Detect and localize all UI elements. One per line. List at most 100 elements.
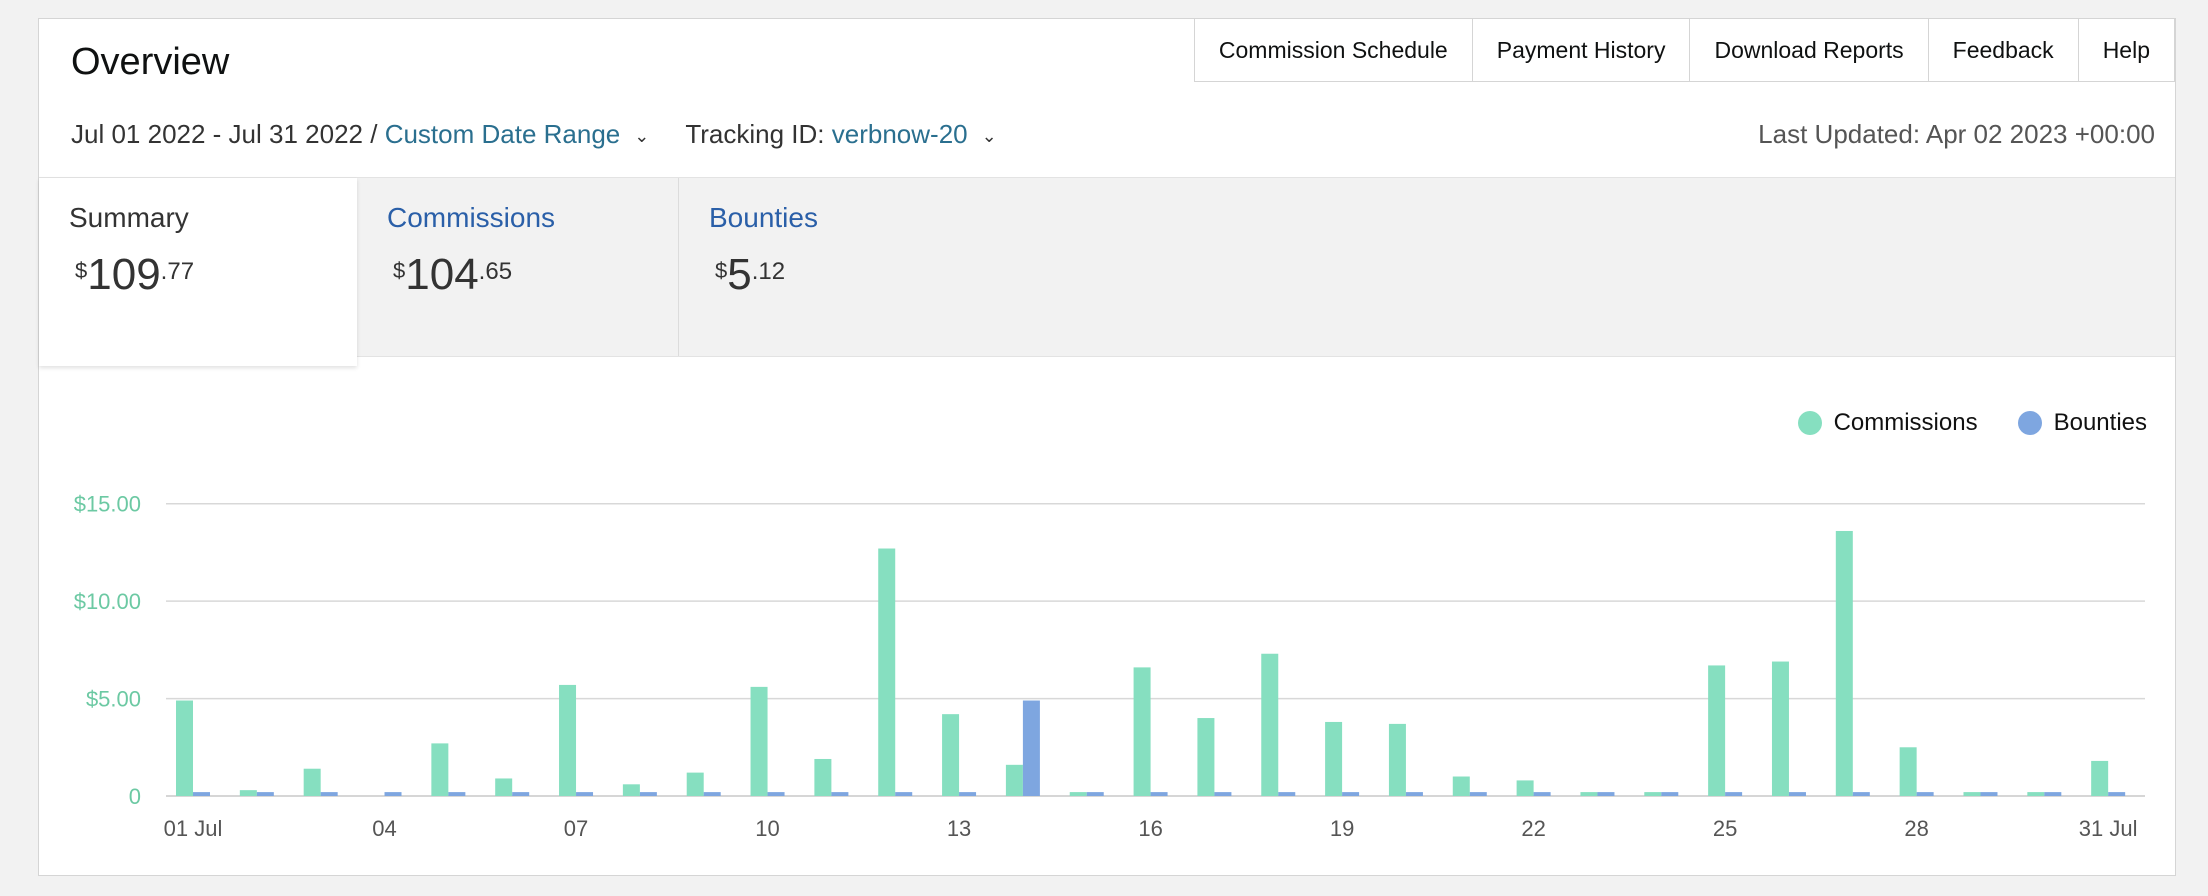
tab-bounties[interactable]: Bounties $5.12 bbox=[679, 178, 1079, 356]
bounties-bar bbox=[1788, 792, 1806, 796]
tracking-id-label: Tracking ID: bbox=[685, 119, 825, 149]
bounties-bar bbox=[1916, 792, 1934, 796]
x-tick-label: 31 Jul bbox=[2079, 816, 2138, 841]
currency-symbol: $ bbox=[393, 258, 406, 283]
commissions-bar bbox=[1388, 723, 1406, 796]
commissions-bar bbox=[878, 548, 896, 796]
chart-area: Commissions Bounties 0 $5.00 $10.00 $15.00 0… bbox=[39, 369, 2177, 869]
help-link[interactable]: Help bbox=[2077, 19, 2175, 82]
legend-commissions-label: Commissions bbox=[1833, 409, 1978, 436]
bounties-dollars: 5 bbox=[727, 250, 752, 299]
bounties-bar bbox=[895, 792, 913, 796]
bounties-bar bbox=[1852, 792, 1870, 796]
commissions-bar bbox=[495, 778, 513, 796]
y-tick-label: 0 bbox=[129, 784, 141, 809]
bounties-bar bbox=[1597, 792, 1615, 796]
bounties-amount: $5.12 bbox=[715, 250, 785, 300]
bounties-bar bbox=[1533, 792, 1551, 796]
x-tick-label: 04 bbox=[372, 816, 396, 841]
tab-summary[interactable]: Summary $109.77 bbox=[39, 178, 357, 366]
commissions-bar bbox=[431, 743, 449, 796]
tracking-id-dropdown[interactable]: verbnow-20 bbox=[832, 119, 968, 150]
commissions-bar bbox=[1197, 718, 1215, 796]
x-tick-label: 19 bbox=[1330, 816, 1354, 841]
commissions-bar bbox=[303, 768, 321, 796]
bounties-legend-dot-icon bbox=[2017, 411, 2042, 435]
bounties-bar bbox=[703, 792, 721, 796]
currency-symbol: $ bbox=[75, 258, 88, 283]
bounties-bar bbox=[2108, 792, 2126, 796]
x-tick-label: 01 Jul bbox=[164, 816, 223, 841]
payment-history-link[interactable]: Payment History bbox=[1471, 19, 1690, 82]
bounties-bar bbox=[193, 792, 210, 796]
bounties-bar bbox=[1980, 792, 1998, 796]
bounties-bar bbox=[320, 792, 338, 796]
bounties-bar bbox=[1150, 792, 1168, 796]
commission-schedule-link[interactable]: Commission Schedule bbox=[1193, 19, 1472, 82]
commissions-bar bbox=[1899, 747, 1917, 796]
page-title: Overview bbox=[71, 41, 230, 83]
commissions-bar bbox=[1708, 665, 1726, 796]
bounties-bar bbox=[2044, 792, 2062, 796]
commissions-bar bbox=[1580, 792, 1598, 796]
commissions-bar bbox=[1963, 792, 1981, 796]
commissions-bar bbox=[1644, 792, 1662, 796]
chevron-down-icon[interactable]: ⌄ bbox=[634, 126, 649, 147]
tab-commissions-label: Commissions bbox=[387, 202, 556, 233]
bounties-bar bbox=[1342, 792, 1360, 796]
commissions-bar bbox=[750, 686, 768, 796]
commissions-bar bbox=[239, 790, 257, 796]
bounties-bar bbox=[1661, 792, 1679, 796]
x-tick-label: 28 bbox=[1904, 816, 1928, 841]
commissions-bar bbox=[686, 772, 704, 796]
download-reports-link[interactable]: Download Reports bbox=[1689, 19, 1928, 82]
chart-legend: Commissions Bounties bbox=[1758, 409, 2147, 437]
last-updated-text: Last Updated: Apr 02 2023 +00:00 bbox=[1758, 119, 2155, 149]
summary-dollars: 109 bbox=[87, 250, 161, 299]
date-range-text: Jul 01 2022 - Jul 31 2022 / bbox=[71, 119, 378, 149]
commissions-bar bbox=[814, 758, 832, 796]
bounties-bar bbox=[1022, 700, 1040, 796]
feedback-link[interactable]: Feedback bbox=[1927, 19, 2078, 82]
summary-cents: .77 bbox=[160, 258, 195, 285]
filters-bar: Jul 01 2022 - Jul 31 2022 / Custom Date … bbox=[71, 119, 997, 150]
x-tick-label: 07 bbox=[564, 816, 588, 841]
bounties-bar bbox=[576, 792, 594, 796]
bounties-bar bbox=[256, 792, 274, 796]
bounties-bar bbox=[1278, 792, 1296, 796]
legend-commissions[interactable]: Commissions bbox=[1797, 409, 1978, 437]
y-tick-label: $5.00 bbox=[86, 687, 141, 712]
commissions-bar bbox=[1069, 792, 1087, 796]
commissions-amount: $104.65 bbox=[393, 250, 512, 300]
commissions-bar bbox=[1325, 721, 1343, 796]
legend-bounties[interactable]: Bounties bbox=[2017, 409, 2147, 437]
x-tick-label: 10 bbox=[755, 816, 779, 841]
commissions-bar bbox=[559, 684, 577, 796]
x-tick-label: 25 bbox=[1713, 816, 1737, 841]
y-tick-label: $10.00 bbox=[74, 589, 141, 614]
commissions-bar bbox=[622, 784, 640, 796]
bounties-bar bbox=[1214, 792, 1232, 796]
tab-summary-label: Summary bbox=[69, 202, 189, 233]
commissions-bar bbox=[1005, 764, 1023, 796]
summary-amount: $109.77 bbox=[75, 250, 194, 300]
commissions-bar bbox=[2027, 792, 2045, 796]
custom-date-range-dropdown[interactable]: Custom Date Range bbox=[385, 119, 621, 150]
overview-card: Overview Commission Schedule Payment His… bbox=[38, 18, 2176, 876]
commissions-bar bbox=[2091, 760, 2109, 796]
bar-chart: 0 $5.00 $10.00 $15.00 01 Jul 04 07 10 13 16 19 22 25… bbox=[74, 492, 2145, 841]
x-tick-label: 22 bbox=[1521, 816, 1545, 841]
commissions-bar bbox=[1133, 667, 1151, 796]
bounties-bar bbox=[1405, 792, 1423, 796]
bounties-bar bbox=[767, 792, 785, 796]
bounties-bar bbox=[639, 792, 657, 796]
bounties-bar bbox=[959, 792, 977, 796]
bounties-cents: .12 bbox=[751, 258, 786, 285]
commissions-legend-dot-icon bbox=[1797, 411, 1822, 435]
legend-bounties-label: Bounties bbox=[2053, 409, 2147, 436]
commissions-bar bbox=[1835, 530, 1853, 796]
commissions-bar bbox=[942, 714, 960, 796]
tab-commissions[interactable]: Commissions $104.65 bbox=[357, 178, 679, 356]
commissions-bar bbox=[1452, 776, 1470, 796]
chevron-down-icon[interactable]: ⌄ bbox=[982, 126, 997, 147]
